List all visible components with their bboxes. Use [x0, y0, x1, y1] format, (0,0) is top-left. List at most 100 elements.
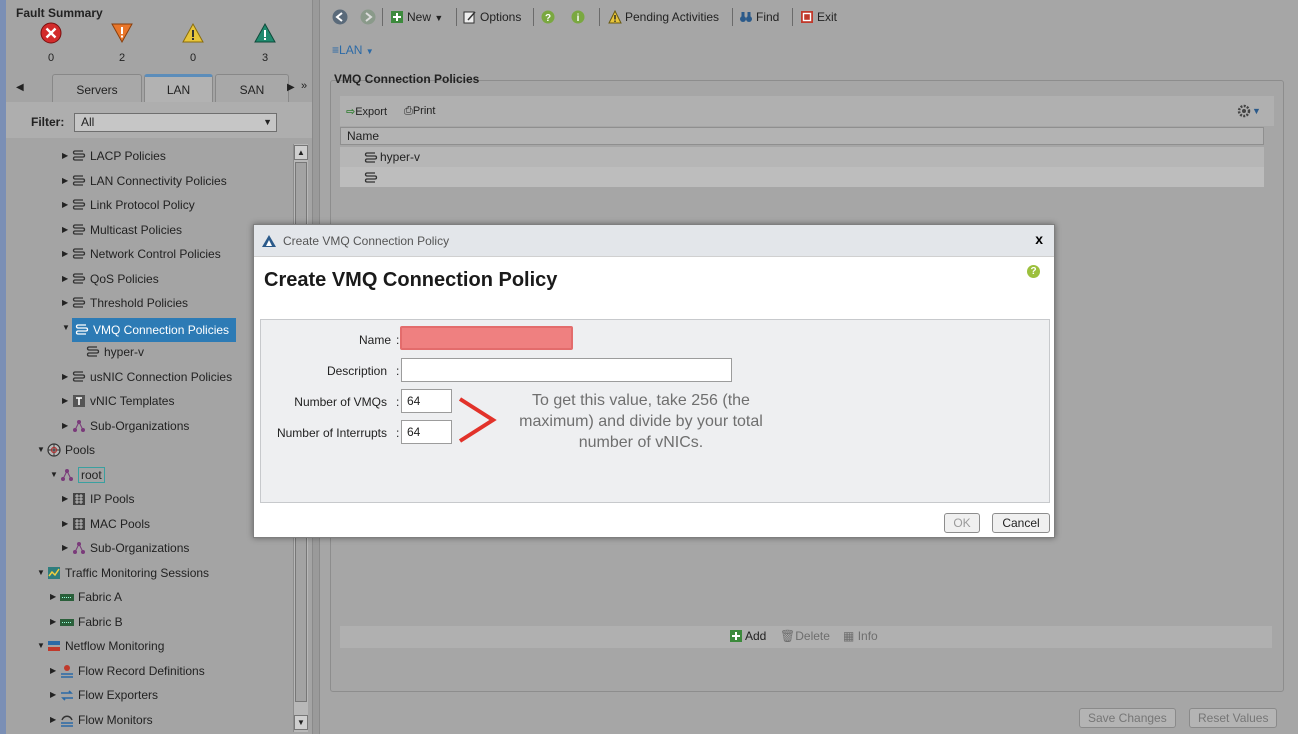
- export-button[interactable]: ⇨Export: [346, 105, 387, 118]
- printer-icon: ⎙: [404, 105, 413, 117]
- expanded-arrow-icon[interactable]: ▼: [37, 563, 47, 583]
- expand-arrow-icon[interactable]: ▶: [62, 171, 72, 191]
- expand-arrow-icon[interactable]: ▶: [62, 416, 72, 436]
- tree-item-lacp-policies[interactable]: ▶ LACP Policies: [62, 146, 166, 166]
- tree-item-mac-pools[interactable]: ▶ MAC Pools: [62, 514, 150, 534]
- tree-item-sub-organizations-2[interactable]: ▶ Sub-Organizations: [62, 538, 189, 558]
- dialog-titlebar[interactable]: Create VMQ Connection Policy x: [254, 225, 1054, 257]
- breadcrumb[interactable]: ≡LAN ▼: [332, 43, 374, 57]
- fault-minor[interactable]: 0: [173, 22, 213, 64]
- help-button[interactable]: ?: [541, 8, 558, 26]
- print-button[interactable]: ⎙Print: [404, 105, 435, 118]
- fault-critical[interactable]: 0: [31, 22, 71, 64]
- help-icon[interactable]: ?: [1027, 265, 1040, 278]
- back-button[interactable]: [332, 8, 351, 26]
- add-button[interactable]: Add: [730, 629, 766, 643]
- table-row[interactable]: [340, 167, 1264, 187]
- tab-lan[interactable]: LAN: [144, 74, 213, 102]
- tab-san[interactable]: SAN: [215, 74, 289, 102]
- help-icon: ?: [541, 10, 555, 24]
- description-field[interactable]: [401, 358, 732, 382]
- toolbar-separator: [456, 8, 457, 26]
- tab-scroll-left-icon[interactable]: ◀: [16, 82, 24, 93]
- grid-settings-button[interactable]: ▼: [1236, 103, 1261, 119]
- cancel-button[interactable]: Cancel: [992, 513, 1050, 533]
- tree-item-link-protocol-policy[interactable]: ▶ Link Protocol Policy: [62, 195, 195, 215]
- export-label: Export: [355, 106, 388, 118]
- interrupts-field[interactable]: 64: [401, 420, 452, 444]
- tree-item-label: Sub-Organizations: [90, 541, 190, 555]
- pool-icon: [73, 517, 85, 530]
- forward-button[interactable]: [360, 8, 379, 26]
- exit-button[interactable]: Exit: [800, 8, 837, 26]
- tree-item-flow-record-definitions[interactable]: ▶ Flow Record Definitions: [50, 661, 205, 681]
- tree-item-traffic-monitoring-sessions[interactable]: ▼ Traffic Monitoring Sessions: [37, 563, 209, 583]
- tree-item-fabric-b[interactable]: ▶ Fabric B: [50, 612, 123, 632]
- find-button[interactable]: Find: [739, 8, 779, 26]
- expand-arrow-icon[interactable]: ▶: [62, 514, 72, 534]
- tab-overflow-icon[interactable]: »: [301, 80, 307, 92]
- tree-item-fabric-a[interactable]: ▶ Fabric A: [50, 587, 122, 607]
- tree-item-vmq-connection-policies[interactable]: ▼ VMQ Connection Policies: [62, 318, 237, 342]
- tree-item-lan-connectivity-policies[interactable]: ▶ LAN Connectivity Policies: [62, 171, 227, 191]
- delete-button[interactable]: 🗑Delete: [780, 629, 830, 643]
- tree-item-flow-exporters[interactable]: ▶ Flow Exporters: [50, 685, 158, 705]
- interrupts-label: Number of Interrupts: [276, 426, 387, 440]
- expand-arrow-icon[interactable]: ▶: [50, 661, 60, 681]
- expand-arrow-icon[interactable]: ▶: [50, 685, 60, 705]
- fault-major[interactable]: 2: [102, 22, 142, 64]
- expand-arrow-icon[interactable]: ▶: [62, 146, 72, 166]
- expand-arrow-icon[interactable]: ▶: [50, 587, 60, 607]
- expand-arrow-icon[interactable]: ▶: [62, 244, 72, 264]
- tree-item-network-control-policies[interactable]: ▶ Network Control Policies: [62, 244, 221, 264]
- tree-item-hyper-v[interactable]: hyper-v: [86, 342, 144, 362]
- expand-arrow-icon[interactable]: ▶: [62, 293, 72, 313]
- tree-item-qos-policies[interactable]: ▶ QoS Policies: [62, 269, 159, 289]
- expanded-arrow-icon[interactable]: ▼: [62, 318, 72, 338]
- column-header-name[interactable]: Name: [340, 127, 1264, 145]
- options-button[interactable]: Options: [463, 8, 521, 26]
- tree-item-threshold-policies[interactable]: ▶ Threshold Policies: [62, 293, 188, 313]
- fault-warning[interactable]: 3: [245, 22, 285, 64]
- chevron-down-icon: ▼: [263, 117, 272, 127]
- expand-arrow-icon[interactable]: ▶: [62, 367, 72, 387]
- expanded-arrow-icon[interactable]: ▼: [37, 440, 47, 460]
- info-button[interactable]: i: [571, 8, 588, 26]
- tree-item-ip-pools[interactable]: ▶ IP Pools: [62, 489, 134, 509]
- expand-arrow-icon[interactable]: ▶: [62, 489, 72, 509]
- tree-item-pools[interactable]: ▼ Pools: [37, 440, 95, 460]
- table-row[interactable]: hyper-v: [340, 147, 1264, 167]
- expand-arrow-icon[interactable]: ▶: [50, 710, 60, 730]
- expand-arrow-icon[interactable]: ▶: [50, 612, 60, 632]
- expand-arrow-icon[interactable]: ▶: [62, 195, 72, 215]
- new-button[interactable]: New ▼: [390, 8, 443, 26]
- close-button[interactable]: x: [1035, 231, 1043, 247]
- tree-item-vnic-templates[interactable]: ▶ vNIC Templates: [62, 391, 174, 411]
- expand-arrow-icon[interactable]: ▶: [62, 391, 72, 411]
- name-field[interactable]: [400, 326, 573, 350]
- vmqs-field[interactable]: 64: [401, 389, 452, 413]
- tree-item-multicast-policies[interactable]: ▶ Multicast Policies: [62, 220, 182, 240]
- filter-select[interactable]: All ▼: [74, 113, 277, 132]
- ok-button[interactable]: OK: [944, 513, 980, 533]
- policy-icon: [364, 172, 378, 183]
- pending-activities-button[interactable]: Pending Activities: [608, 8, 719, 26]
- info-button[interactable]: ▦ Info: [843, 629, 878, 643]
- scroll-up-icon[interactable]: ▲: [294, 145, 308, 160]
- tree-item-root[interactable]: ▼ root: [50, 465, 105, 485]
- tree-item-flow-monitors[interactable]: ▶ Flow Monitors: [50, 710, 153, 730]
- tree-item-sub-organizations[interactable]: ▶ Sub-Organizations: [62, 416, 189, 436]
- save-changes-button[interactable]: Save Changes: [1079, 708, 1176, 728]
- tree-item-usnic-connection-policies[interactable]: ▶ usNIC Connection Policies: [62, 367, 232, 387]
- expand-arrow-icon[interactable]: ▶: [62, 220, 72, 240]
- reset-values-button[interactable]: Reset Values: [1189, 708, 1278, 728]
- tab-scroll-right-icon[interactable]: ▶: [287, 82, 295, 93]
- tree-item-netflow-monitoring[interactable]: ▼ Netflow Monitoring: [37, 636, 164, 656]
- expanded-arrow-icon[interactable]: ▼: [50, 465, 60, 485]
- expanded-arrow-icon[interactable]: ▼: [37, 636, 47, 656]
- expand-arrow-icon[interactable]: ▶: [62, 269, 72, 289]
- scroll-down-icon[interactable]: ▼: [294, 715, 308, 730]
- dialog-heading: Create VMQ Connection Policy: [264, 269, 558, 291]
- expand-arrow-icon[interactable]: ▶: [62, 538, 72, 558]
- tab-servers[interactable]: Servers: [52, 74, 142, 102]
